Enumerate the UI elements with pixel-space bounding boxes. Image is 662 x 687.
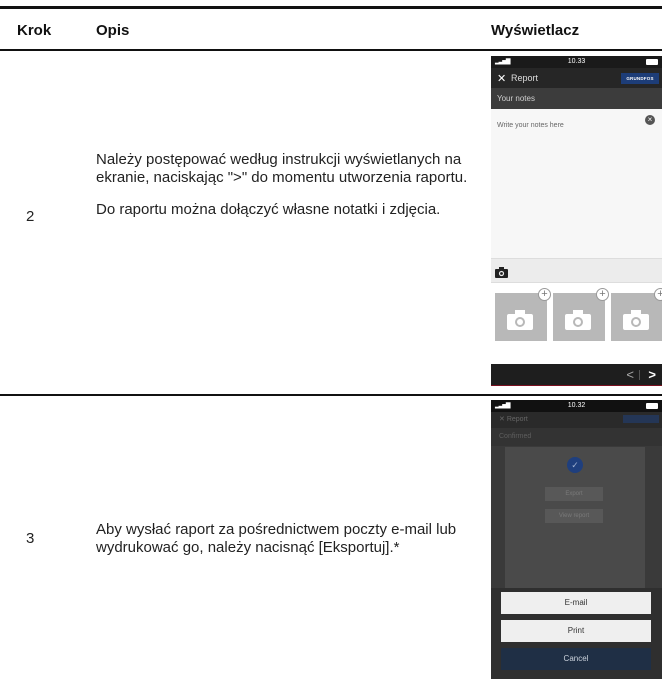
- status-bar: ▂▃▅▇ 10.33: [491, 56, 662, 68]
- battery-icon: [646, 59, 658, 65]
- camera-icon: [507, 310, 533, 335]
- print-button[interactable]: Print: [501, 620, 651, 642]
- camera-icon: [565, 310, 591, 335]
- add-photo-icon[interactable]: +: [538, 288, 551, 301]
- header-description: Opis: [96, 22, 130, 39]
- close-icon[interactable]: ✕: [497, 72, 506, 85]
- clear-icon[interactable]: ×: [645, 115, 655, 125]
- check-icon: ✓: [567, 457, 583, 473]
- photo-slot[interactable]: +: [553, 288, 609, 341]
- battery-icon: [646, 403, 658, 409]
- notes-input[interactable]: Write your notes here ×: [491, 109, 662, 259]
- brand-logo: [623, 415, 659, 423]
- description-paragraph: Do raportu można dołączyć własne notatki…: [96, 201, 441, 218]
- previous-button[interactable]: <: [626, 367, 634, 382]
- photo-slot[interactable]: +: [611, 288, 662, 341]
- app-title: Report: [506, 416, 528, 423]
- nav-divider: [639, 370, 640, 380]
- app-title: Report: [511, 73, 539, 83]
- step-number: 3: [26, 530, 35, 547]
- next-button[interactable]: >: [648, 367, 656, 382]
- email-button[interactable]: E-mail: [501, 592, 651, 614]
- add-photo-icon[interactable]: +: [654, 288, 662, 301]
- view-report-button[interactable]: View report: [545, 509, 603, 523]
- header-rule: [0, 49, 662, 51]
- action-sheet: E-mail Print Cancel: [491, 588, 662, 679]
- description-paragraph: Należy postępować według instrukcji wyśw…: [96, 151, 468, 186]
- camera-toolbar: [491, 259, 662, 283]
- add-photo-icon[interactable]: +: [596, 288, 609, 301]
- notes-placeholder: Write your notes here: [497, 122, 564, 129]
- row-divider: [0, 394, 662, 396]
- camera-icon[interactable]: [495, 265, 508, 283]
- header-display: Wyświetlacz: [491, 22, 580, 39]
- description-paragraph: Aby wysłać raport za pośrednictwem poczt…: [96, 521, 457, 556]
- camera-icon: [623, 310, 649, 335]
- export-button[interactable]: Export: [545, 487, 603, 501]
- app-bar: ✕ Report GRUNDFOS: [491, 68, 662, 88]
- bottom-navigation: < >: [491, 364, 662, 386]
- phone-screen-export: ▂▃▅▇ 10.32 ✕ Report Confirmed ✓ Export V…: [491, 400, 662, 679]
- step-description: Aby wysłać raport za pośrednictwem poczt…: [96, 521, 486, 571]
- step-number: 2: [26, 208, 35, 225]
- cancel-button[interactable]: Cancel: [501, 648, 651, 670]
- table-top-rule: [0, 6, 662, 9]
- status-time: 10.32: [567, 402, 586, 409]
- phone-screen-notes: ▂▃▅▇ 10.33 ✕ Report GRUNDFOS Your notes …: [491, 56, 662, 386]
- step-description: Należy postępować według instrukcji wyśw…: [96, 151, 486, 233]
- brand-logo: GRUNDFOS: [621, 73, 659, 84]
- section-title-dimmed: Confirmed: [491, 428, 662, 446]
- header-step: Krok: [17, 22, 52, 39]
- status-time: 10.33: [567, 58, 586, 65]
- confirmation-card: ✓ Export View report: [505, 447, 645, 597]
- app-bar-dimmed: ✕ Report: [491, 412, 662, 428]
- section-title: Your notes: [491, 88, 662, 109]
- photo-slot[interactable]: +: [495, 288, 551, 341]
- photo-thumbnails: + + +: [491, 283, 662, 355]
- status-bar: ▂▃▅▇ 10.32: [491, 400, 662, 412]
- app-title-dimmed: ✕ Report: [499, 416, 528, 423]
